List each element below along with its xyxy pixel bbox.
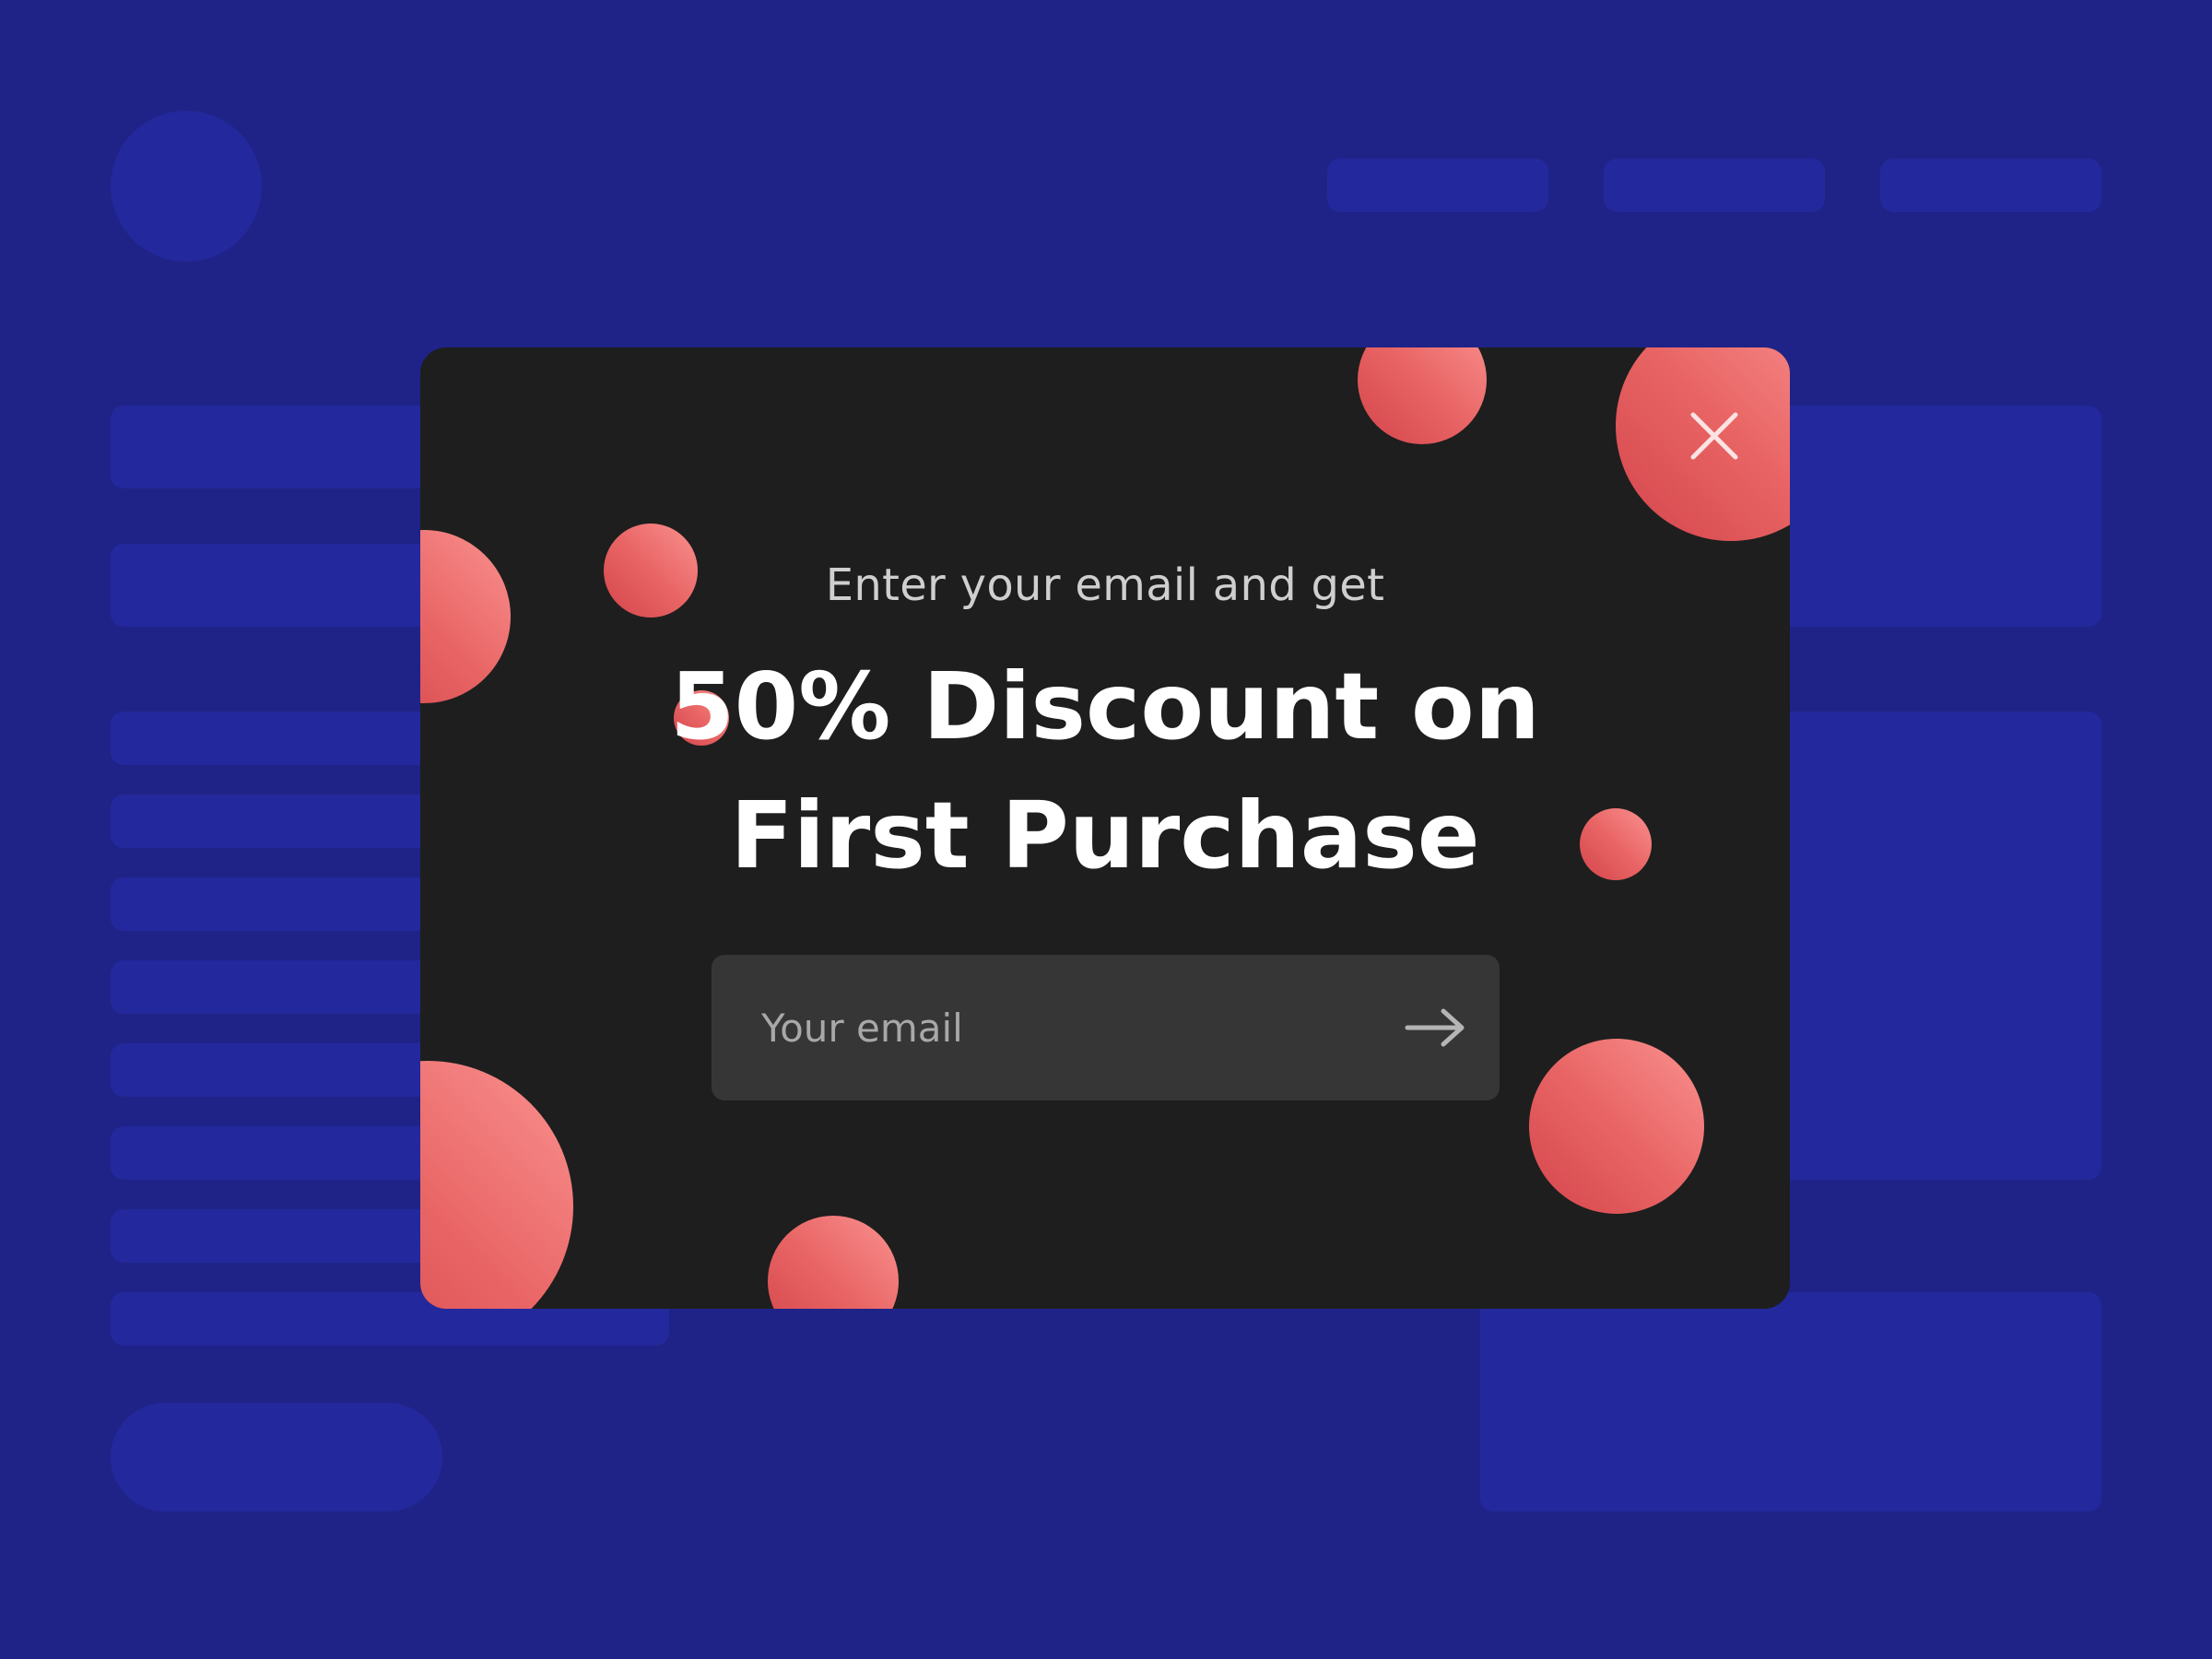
page-background: Enter your email and get 50% Discount on…	[0, 0, 2212, 1659]
arrow-right-icon	[1405, 1008, 1465, 1047]
background-logo-placeholder	[111, 111, 262, 262]
headline-line-1: 50% Discount on	[670, 653, 1540, 760]
popup-headline: 50% Discount on First Purchase	[420, 642, 1790, 900]
background-nav-placeholder	[1327, 159, 1548, 212]
popup-subtitle: Enter your email and get	[825, 559, 1385, 611]
discount-popup-modal: Enter your email and get 50% Discount on…	[420, 347, 1790, 1309]
email-form	[712, 955, 1500, 1100]
headline-line-2: First Purchase	[730, 782, 1480, 889]
decorative-bubble	[768, 1216, 899, 1309]
background-nav-placeholder	[1604, 159, 1825, 212]
decorative-bubble	[420, 1061, 573, 1309]
close-icon	[1690, 412, 1738, 460]
background-sidebar-placeholder	[1751, 712, 2101, 1180]
email-input[interactable]	[761, 955, 1370, 1100]
decorative-bubble	[1358, 347, 1487, 444]
background-sidebar-placeholder	[1480, 1292, 2101, 1512]
background-sidebar-placeholder	[1751, 406, 2101, 627]
close-button[interactable]	[1677, 399, 1751, 473]
submit-email-button[interactable]	[1398, 991, 1472, 1065]
background-nav-placeholder	[1880, 159, 2101, 212]
background-button-placeholder	[111, 1403, 442, 1512]
decorative-bubble	[1529, 1039, 1704, 1214]
